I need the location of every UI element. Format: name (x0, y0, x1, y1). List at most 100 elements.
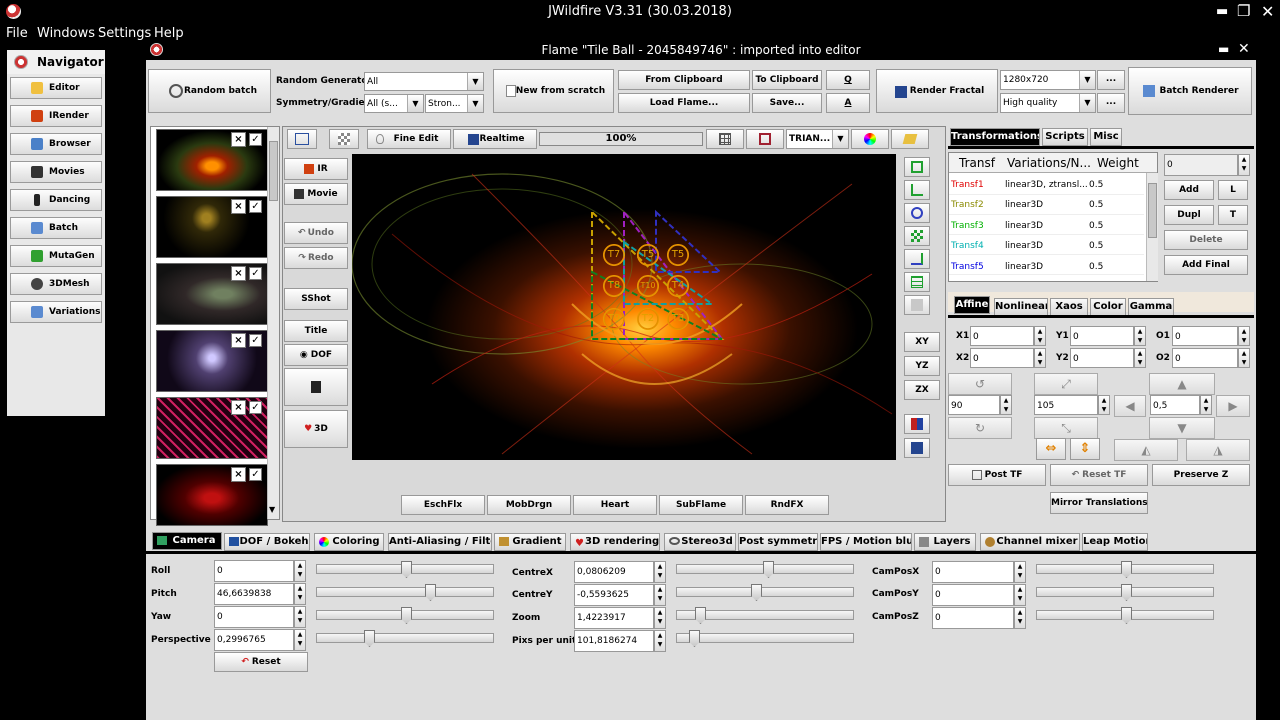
camposx-slider[interactable] (1036, 561, 1214, 578)
table-row[interactable]: Transf2 linear3D 0.5 (949, 195, 1144, 215)
linked-add-button[interactable]: L (1218, 180, 1248, 200)
nav-movies-button[interactable]: Movies (10, 161, 102, 183)
rotate-left-button[interactable]: ↺ (948, 373, 1012, 395)
swap-render-button[interactable] (904, 414, 930, 434)
camposx-field[interactable]: 0 (932, 561, 1014, 583)
x2-field[interactable]: 0 (970, 348, 1034, 368)
centrey-spinner[interactable]: ▲ ▼ (654, 584, 666, 606)
t-button[interactable]: T (1218, 205, 1248, 225)
centrey-field[interactable]: -0,5593625 (574, 584, 654, 606)
random-generator-select[interactable]: All ▼ (364, 72, 484, 91)
y1-field[interactable]: 0 (1070, 326, 1134, 346)
slider-thumb[interactable] (1121, 561, 1132, 578)
rotate-right-button[interactable]: ↻ (948, 417, 1012, 439)
y2-field[interactable]: 0 (1070, 348, 1134, 368)
perspective-slider[interactable] (316, 630, 494, 647)
move-button[interactable] (904, 226, 930, 246)
flip-horizontal-button[interactable]: ⇔ (1036, 438, 1066, 460)
editor-close-icon[interactable]: ✕ (1238, 41, 1250, 57)
tab-scripts[interactable]: Scripts (1042, 128, 1088, 146)
yaw-spinner[interactable]: ▲ ▼ (294, 606, 306, 628)
transform-label[interactable]: T3 (667, 308, 689, 330)
tab-coloring[interactable]: Coloring (314, 533, 384, 551)
transform-label[interactable]: T4 (667, 275, 689, 297)
table-row[interactable]: Transf3 linear3D 0.5 (949, 215, 1144, 235)
quality-select[interactable]: High quality ▼ (1000, 93, 1096, 113)
scale-amount-spinner[interactable]: ▲ ▼ (1098, 395, 1110, 415)
scrollbar-thumb[interactable] (269, 141, 278, 201)
thumbnail-3-checkbox[interactable]: ✓ (249, 267, 262, 280)
transform-label[interactable]: T7 (603, 244, 625, 266)
transform-count-spinner[interactable]: ▲ ▼ (1238, 154, 1250, 176)
slider-thumb[interactable] (364, 630, 375, 647)
tab-xaos[interactable]: Xaos (1050, 298, 1088, 316)
tab-fps-motion-blur[interactable]: FPS / Motion blur (820, 533, 912, 551)
pitch-slider[interactable] (316, 584, 494, 601)
mirror-translations-button[interactable]: Mirror Translations (1050, 492, 1148, 514)
table-row[interactable]: Transf5 linear3D 0.5 (949, 255, 1144, 275)
eschflx-button[interactable]: EschFlx (401, 495, 485, 515)
pixs-per-unit-spinner[interactable]: ▲ ▼ (654, 630, 666, 652)
realtime-render-button[interactable] (904, 438, 930, 458)
thumbnail-6-remove-icon[interactable]: × (231, 467, 246, 482)
roll-field[interactable]: 0 (214, 560, 294, 582)
thumbnail-scrollbar[interactable]: ▼ (267, 127, 279, 519)
yaw-slider[interactable] (316, 607, 494, 624)
camposz-slider[interactable] (1036, 607, 1214, 624)
symmetry-select[interactable]: All (s... ▼ (364, 94, 424, 113)
mobdrgn-button[interactable]: MobDrgn (487, 495, 571, 515)
thumbnail-1-checkbox[interactable]: ✓ (249, 133, 262, 146)
nav-3dmesh-button[interactable]: 3DMesh (10, 273, 102, 295)
gradient-select[interactable]: Stron... ▼ (425, 94, 484, 113)
x1-field[interactable]: 0 (970, 326, 1034, 346)
add-final-button[interactable]: Add Final (1164, 255, 1248, 275)
transform-label[interactable]: T9 (603, 308, 625, 330)
tab-misc[interactable]: Misc (1090, 128, 1122, 146)
column-variations[interactable]: Variations/N... (1007, 153, 1091, 173)
to-clipboard-button[interactable]: To Clipboard (752, 70, 822, 90)
rotate-button[interactable] (904, 203, 930, 223)
delete-transform-button[interactable]: Delete (1164, 230, 1248, 250)
move-up-button[interactable]: ▲ (1149, 373, 1215, 395)
graph-toggle-button[interactable] (287, 129, 317, 149)
color-options-button[interactable] (851, 129, 889, 149)
scale-button[interactable] (904, 180, 930, 200)
title-button[interactable]: Title (284, 320, 348, 342)
random-batch-button[interactable]: Random batch (148, 69, 271, 113)
tab-affine[interactable]: Affine (954, 296, 990, 314)
slider-thumb[interactable] (401, 561, 412, 578)
tab-channel-mixer[interactable]: Channel mixer (980, 533, 1080, 551)
tab-gamma[interactable]: Gamma (1128, 298, 1174, 316)
scale-up-button[interactable]: ⤢ (1034, 373, 1098, 395)
pitch-spinner[interactable]: ▲ ▼ (294, 583, 306, 605)
camposy-spinner[interactable]: ▲ ▼ (1014, 584, 1026, 606)
y1-spinner[interactable]: ▲ ▼ (1134, 326, 1146, 346)
thumbnail-1-remove-icon[interactable]: × (231, 132, 246, 147)
duplicate-transform-button[interactable]: Dupl (1164, 205, 1214, 225)
reset-camera-button[interactable]: ↶ Reset (214, 652, 308, 672)
guides-toggle-button[interactable] (746, 129, 784, 149)
zoom-slider[interactable] (676, 607, 854, 624)
camposy-field[interactable]: 0 (932, 584, 1014, 606)
roll-slider[interactable] (316, 561, 494, 578)
x1-spinner[interactable]: ▲ ▼ (1034, 326, 1046, 346)
centrex-spinner[interactable]: ▲ ▼ (654, 561, 666, 583)
quality-more-button[interactable]: ... (1097, 93, 1125, 113)
slider-thumb[interactable] (425, 584, 436, 601)
thumbnail-4-checkbox[interactable]: ✓ (249, 334, 262, 347)
film-button[interactable] (284, 368, 348, 406)
tab-color[interactable]: Color (1090, 298, 1126, 316)
column-transf[interactable]: Transf (959, 153, 995, 173)
zoom-fit-button[interactable] (904, 157, 930, 177)
tab-post-symmetry[interactable]: Post symmetry (738, 533, 818, 551)
from-clipboard-button[interactable]: From Clipboard (618, 70, 750, 90)
scrollbar-thumb[interactable] (1148, 183, 1157, 238)
o2-spinner[interactable]: ▲ ▼ (1238, 348, 1250, 368)
shear-button[interactable] (904, 249, 930, 269)
rndfx-button[interactable]: RndFX (745, 495, 829, 515)
tab-leap-motion[interactable]: Leap Motion (1082, 533, 1148, 551)
add-transform-button[interactable]: Add (1164, 180, 1214, 200)
move-right-button[interactable]: ▶ (1216, 395, 1250, 417)
thumbnail-6-checkbox[interactable]: ✓ (249, 468, 262, 481)
tab-3d-rendering[interactable]: ♥ 3D rendering (570, 533, 660, 551)
